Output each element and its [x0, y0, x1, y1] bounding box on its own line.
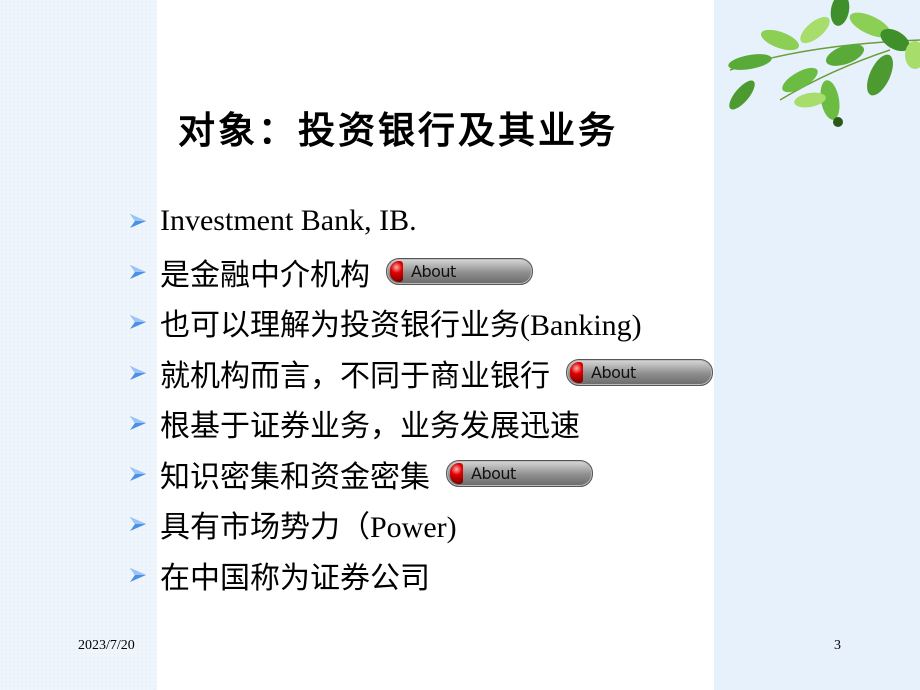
- bullet-text: 在中国称为证券公司: [160, 561, 430, 595]
- about-button-label: About: [591, 363, 636, 383]
- about-button[interactable]: About: [446, 460, 593, 488]
- bullet-text: 是金融中介机构: [160, 258, 370, 292]
- bullet-text: 就机构而言，不同于商业银行: [160, 359, 550, 393]
- bullet-text: 根基于证券业务，业务发展迅速: [160, 410, 580, 444]
- bullet-item: 在中国称为证券公司: [128, 550, 713, 601]
- about-button[interactable]: About: [386, 258, 533, 286]
- bullet-text: 也可以理解为投资银行业务(Banking): [160, 309, 642, 343]
- bullet-list: Investment Bank, IB. 是金融中介机构 About 也可以理解为投资…: [128, 196, 713, 600]
- arrow-bullet-icon: [130, 365, 146, 380]
- red-knob-icon: [570, 362, 583, 384]
- red-knob-icon: [390, 261, 403, 283]
- bullet-item: 根基于证券业务，业务发展迅速: [128, 398, 713, 449]
- footer-date: 2023/7/20: [78, 638, 135, 653]
- arrow-bullet-icon: [130, 567, 146, 582]
- bullet-text: 知识密集和资金密集: [160, 460, 430, 494]
- arrow-bullet-icon: [130, 416, 146, 431]
- slide-title: 对象：投资银行及其业务: [178, 109, 618, 152]
- bullet-text: 具有市场势力（Power): [160, 511, 457, 545]
- page-number: 3: [834, 638, 841, 653]
- red-knob-icon: [450, 463, 463, 485]
- bullet-item: 也可以理解为投资银行业务(Banking): [128, 297, 713, 348]
- bullet-item: 具有市场势力（Power): [128, 499, 713, 550]
- bullet-item: Investment Bank, IB.: [128, 196, 713, 247]
- arrow-bullet-icon: [130, 517, 146, 532]
- arrow-bullet-icon: [130, 466, 146, 481]
- arrow-bullet-icon: [130, 264, 146, 279]
- bullet-item: 是金融中介机构 About: [128, 247, 713, 298]
- about-button[interactable]: About: [566, 359, 713, 387]
- bullet-text: Investment Bank, IB.: [160, 204, 417, 238]
- arrow-bullet-icon: [130, 315, 146, 330]
- about-button-label: About: [411, 262, 456, 282]
- about-button-label: About: [471, 464, 516, 484]
- arrow-bullet-icon: [130, 214, 146, 229]
- bullet-item: 就机构而言，不同于商业银行 About: [128, 348, 713, 399]
- bullet-item: 知识密集和资金密集 About: [128, 449, 713, 500]
